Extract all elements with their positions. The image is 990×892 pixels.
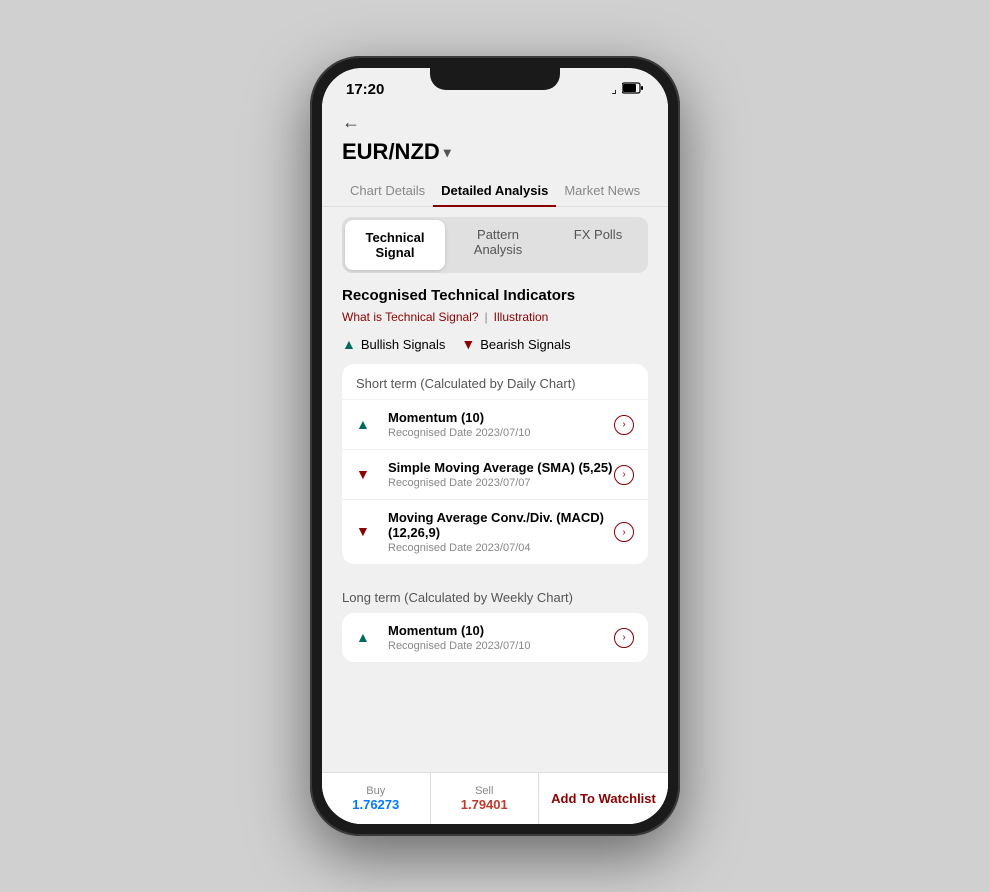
indicator-row[interactable]: ▲ Momentum (10) Recognised Date 2023/07/… bbox=[342, 399, 648, 449]
indicator-name: Momentum (10) bbox=[388, 410, 614, 425]
tab-detailed-analysis[interactable]: Detailed Analysis bbox=[433, 175, 556, 206]
indicator-row[interactable]: ▲ Momentum (10) Recognised Date 2023/07/… bbox=[342, 613, 648, 662]
indicator-date: Recognised Date 2023/07/04 bbox=[388, 542, 614, 554]
long-term-section: Long term (Calculated by Weekly Chart) ▲… bbox=[342, 578, 648, 662]
long-term-card-group: ▲ Momentum (10) Recognised Date 2023/07/… bbox=[342, 613, 648, 662]
main-scroll: Recognised Technical Indicators What is … bbox=[322, 283, 668, 772]
wifi-icon: ⌟ bbox=[611, 82, 617, 96]
currency-title: EUR/NZD ▾ bbox=[342, 139, 648, 165]
indicator-down-icon: ▼ bbox=[356, 466, 380, 484]
phone-screen: 17:20 ⌟ ← EUR/NZD ▾ bbox=[322, 68, 668, 824]
bearish-legend: ▼ Bearish Signals bbox=[461, 336, 570, 352]
bearish-label: Bearish Signals bbox=[480, 337, 570, 352]
bullish-arrow-icon: ▲ bbox=[342, 336, 356, 352]
long-term-title: Long term (Calculated by Weekly Chart) bbox=[342, 578, 648, 613]
what-is-link[interactable]: What is Technical Signal? bbox=[342, 310, 479, 324]
links-row: What is Technical Signal? | Illustration bbox=[342, 310, 648, 324]
chevron-right-icon[interactable]: › bbox=[614, 628, 634, 648]
indicator-name: Momentum (10) bbox=[388, 623, 614, 638]
indicator-date: Recognised Date 2023/07/07 bbox=[388, 477, 614, 489]
watchlist-button[interactable]: Add To Watchlist bbox=[539, 773, 668, 824]
short-term-title: Short term (Calculated by Daily Chart) bbox=[342, 364, 648, 399]
indicator-info: Momentum (10) Recognised Date 2023/07/10 bbox=[388, 410, 614, 439]
watchlist-label: Add To Watchlist bbox=[551, 791, 656, 806]
buy-button[interactable]: Buy 1.76273 bbox=[322, 773, 431, 824]
indicator-info: Simple Moving Average (SMA) (5,25) Recog… bbox=[388, 460, 614, 489]
link-divider: | bbox=[485, 310, 488, 324]
section-title: Recognised Technical Indicators bbox=[342, 287, 648, 304]
indicator-info: Momentum (10) Recognised Date 2023/07/10 bbox=[388, 623, 614, 652]
header: ← EUR/NZD ▾ bbox=[322, 104, 668, 175]
indicator-date: Recognised Date 2023/07/10 bbox=[388, 640, 614, 652]
short-term-card-group: Short term (Calculated by Daily Chart) ▲… bbox=[342, 364, 648, 564]
sell-button[interactable]: Sell 1.79401 bbox=[431, 773, 540, 824]
currency-chevron[interactable]: ▾ bbox=[444, 144, 451, 161]
indicator-name: Simple Moving Average (SMA) (5,25) bbox=[388, 460, 614, 475]
chevron-right-icon[interactable]: › bbox=[614, 415, 634, 435]
indicator-row[interactable]: ▼ Moving Average Conv./Div. (MACD) (12,2… bbox=[342, 499, 648, 564]
status-icons: ⌟ bbox=[611, 82, 644, 97]
currency-pair: EUR/NZD bbox=[342, 139, 440, 165]
bullish-legend: ▲ Bullish Signals bbox=[342, 336, 445, 352]
chevron-right-icon[interactable]: › bbox=[614, 465, 634, 485]
sub-tab-fx-polls[interactable]: FX Polls bbox=[548, 217, 648, 273]
indicator-info: Moving Average Conv./Div. (MACD) (12,26,… bbox=[388, 510, 614, 554]
status-time: 17:20 bbox=[346, 81, 384, 98]
indicator-down-icon: ▼ bbox=[356, 523, 380, 541]
indicator-up-icon: ▲ bbox=[356, 629, 380, 647]
illustration-link[interactable]: Illustration bbox=[494, 310, 549, 324]
bullish-label: Bullish Signals bbox=[361, 337, 446, 352]
bottom-bar: Buy 1.76273 Sell 1.79401 Add To Watchlis… bbox=[322, 772, 668, 824]
buy-value: 1.76273 bbox=[352, 797, 399, 812]
indicator-up-icon: ▲ bbox=[356, 416, 380, 434]
phone-frame: 17:20 ⌟ ← EUR/NZD ▾ bbox=[310, 56, 680, 836]
tab-market-news[interactable]: Market News bbox=[556, 175, 648, 206]
sub-tabs-container: Technical Signal Pattern Analysis FX Pol… bbox=[322, 207, 668, 283]
indicator-date: Recognised Date 2023/07/10 bbox=[388, 427, 614, 439]
battery-icon bbox=[622, 82, 644, 97]
sub-tab-technical-signal[interactable]: Technical Signal bbox=[345, 220, 445, 270]
buy-label: Buy bbox=[366, 785, 385, 797]
screen-content: ← EUR/NZD ▾ Chart Details Detailed Analy… bbox=[322, 104, 668, 824]
indicator-row[interactable]: ▼ Simple Moving Average (SMA) (5,25) Rec… bbox=[342, 449, 648, 499]
back-button[interactable]: ← bbox=[342, 112, 648, 133]
signal-legend: ▲ Bullish Signals ▼ Bearish Signals bbox=[342, 336, 648, 352]
chevron-right-icon[interactable]: › bbox=[614, 522, 634, 542]
sub-tabs: Technical Signal Pattern Analysis FX Pol… bbox=[342, 217, 648, 273]
indicator-name: Moving Average Conv./Div. (MACD) (12,26,… bbox=[388, 510, 614, 540]
tab-chart-details[interactable]: Chart Details bbox=[342, 175, 433, 206]
bearish-arrow-icon: ▼ bbox=[461, 336, 475, 352]
sell-value: 1.79401 bbox=[461, 797, 508, 812]
notch bbox=[430, 68, 560, 90]
sell-label: Sell bbox=[475, 785, 493, 797]
sub-tab-pattern-analysis[interactable]: Pattern Analysis bbox=[448, 217, 548, 273]
main-tabs: Chart Details Detailed Analysis Market N… bbox=[322, 175, 668, 207]
